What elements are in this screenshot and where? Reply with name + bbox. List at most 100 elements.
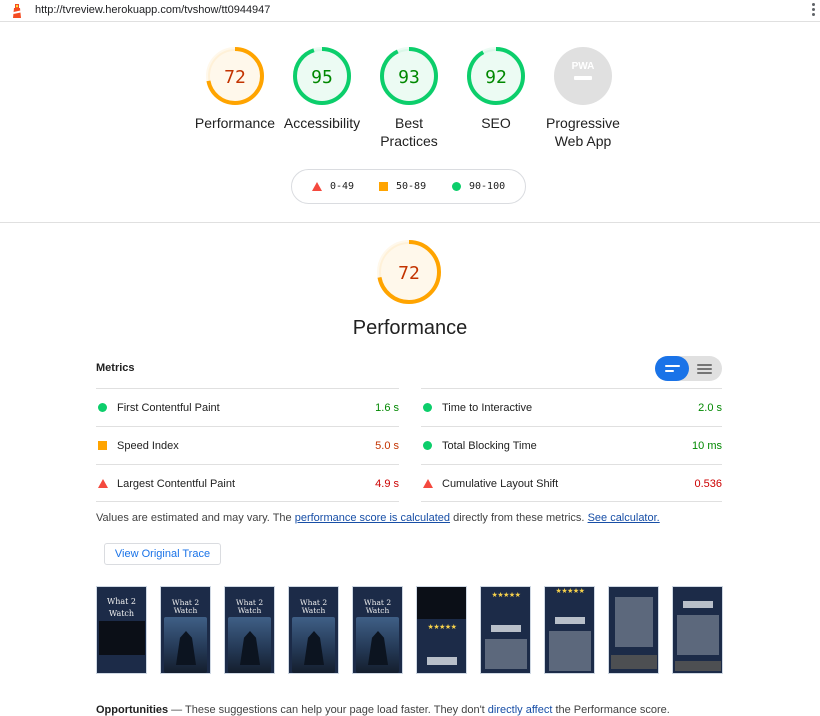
opportunities-dash: —	[168, 704, 186, 716]
performance-title: Performance	[352, 317, 468, 339]
average-square-icon	[379, 182, 388, 191]
frame-block	[549, 631, 591, 671]
fail-triangle-icon	[312, 182, 322, 191]
opportunities-title: Opportunities	[96, 704, 169, 716]
frame-text: What 2 Watch	[299, 598, 328, 615]
frame-block	[675, 661, 721, 671]
score-scale-legend: 0-49 50-89 90-100	[291, 169, 526, 204]
metric-cumulative-layout-shift: Cumulative Layout Shift 0.536	[421, 464, 722, 502]
frame-stars: ★★★★★	[427, 624, 457, 631]
legend-fail: 0-49	[312, 181, 354, 192]
performance-gauge-large: 72	[377, 240, 441, 304]
directly-affect-link[interactable]: directly affect	[488, 704, 553, 716]
gauge-label: Best Practices	[380, 115, 438, 149]
metrics-header: Metrics	[96, 362, 135, 374]
frame-text: What 2 Watch	[363, 598, 392, 615]
frame-block	[99, 621, 145, 655]
gauge-seo[interactable]: 92 SEO	[451, 46, 541, 132]
frame-block	[683, 601, 713, 608]
legend-average-range: 50-89	[396, 181, 427, 192]
frame-block	[677, 615, 719, 655]
metric-value: 0.536	[694, 478, 722, 490]
gauge-ring: 72	[206, 47, 264, 105]
gauge-score: 95	[311, 67, 333, 88]
frame-block	[611, 655, 657, 669]
gauge-score: 92	[485, 67, 507, 88]
metric-value: 1.6 s	[375, 402, 399, 414]
toggle-compact-view[interactable]	[655, 356, 689, 381]
gauge-performance[interactable]: 72 Performance	[190, 46, 280, 132]
pass-circle-icon	[452, 182, 461, 191]
fail-triangle-icon	[98, 479, 108, 491]
filmstrip-frame: What 2 Watch	[352, 586, 403, 674]
pwa-badge-icon: PWA	[554, 47, 612, 105]
metric-value: 2.0 s	[698, 402, 722, 414]
gauge-ring: 92	[467, 47, 525, 105]
legend-pass: 90-100	[452, 181, 505, 192]
section-divider	[0, 222, 820, 223]
frame-block	[615, 597, 653, 647]
poster-thumbnail	[228, 617, 271, 673]
performance-score: 72	[398, 263, 420, 284]
metric-name: Largest Contentful Paint	[117, 478, 236, 490]
gauge-score: 93	[398, 67, 420, 88]
frame-block	[417, 587, 466, 619]
metric-value: 10 ms	[692, 440, 722, 452]
filmstrip-frame: ★★★★★	[544, 586, 595, 674]
gauge-label: SEO	[481, 115, 511, 131]
legend-average: 50-89	[379, 181, 426, 192]
filmstrip-frame: What 2 Watch	[288, 586, 339, 674]
gauge-best-practices[interactable]: 93 Best Practices	[364, 46, 454, 150]
opportunities-header: Opportunities — These suggestions can he…	[96, 704, 670, 716]
frame-stars: ★★★★★	[491, 592, 521, 599]
filmstrip-frame: ★★★★★	[416, 586, 467, 674]
gauge-ring: 93	[380, 47, 438, 105]
frame-block	[491, 625, 521, 632]
note-text: Values are estimated and may vary. The	[96, 512, 295, 524]
frame-block	[555, 617, 585, 624]
pass-circle-icon	[423, 441, 432, 453]
frame-text: What 2 Watch	[171, 598, 200, 615]
frame-text: Watch	[108, 609, 135, 618]
url-text[interactable]: http://tvreview.herokuapp.com/tvshow/tt0…	[35, 4, 270, 16]
pwa-badge-text: PWA	[572, 61, 595, 72]
filmstrip-frame	[672, 586, 723, 674]
poster-thumbnail	[356, 617, 399, 673]
legend-fail-range: 0-49	[330, 181, 355, 192]
filmstrip-frame: What 2 Watch	[96, 586, 147, 674]
metric-name: Time to Interactive	[442, 402, 533, 414]
gauge-pwa[interactable]: PWA Progressive Web App	[538, 46, 628, 150]
gauge-label: Performance	[194, 115, 276, 131]
score-calculated-link[interactable]: performance score is calculated	[295, 512, 450, 524]
poster-thumbnail	[292, 617, 335, 673]
gauge-ring: 95	[293, 47, 351, 105]
note-text: directly from these metrics.	[450, 512, 588, 524]
opportunities-text: These suggestions can help your page loa…	[185, 704, 488, 716]
lighthouse-icon	[13, 4, 21, 18]
kebab-menu-icon[interactable]	[812, 3, 816, 17]
legend-pass-range: 90-100	[469, 181, 506, 192]
gauge-accessibility[interactable]: 95 Accessibility	[277, 46, 367, 132]
metric-name: First Contentful Paint	[117, 402, 220, 414]
fail-triangle-icon	[423, 479, 433, 491]
frame-block	[427, 657, 457, 665]
gauge-label: Progressive Web App	[546, 115, 620, 149]
poster-thumbnail	[164, 617, 207, 673]
average-square-icon	[98, 441, 107, 453]
gauge-label: Accessibility	[283, 115, 361, 131]
metric-name: Speed Index	[117, 440, 179, 452]
metric-speed-index: Speed Index 5.0 s	[96, 426, 399, 464]
pass-circle-icon	[423, 403, 432, 415]
metric-value: 5.0 s	[375, 440, 399, 452]
frame-block	[485, 639, 527, 669]
category-gauges: 72 Performance 95 Accessibility 93 Best …	[190, 46, 630, 156]
metric-name: Cumulative Layout Shift	[442, 478, 559, 490]
see-calculator-link[interactable]: See calculator.	[588, 512, 660, 524]
pass-circle-icon	[98, 403, 107, 415]
metric-view-toggle[interactable]	[655, 356, 722, 381]
filmstrip: What 2 Watch What 2 Watch What 2 Watch W…	[96, 586, 723, 674]
view-original-trace-button[interactable]: View Original Trace	[104, 543, 221, 565]
filmstrip-frame: ★★★★★	[480, 586, 531, 674]
metrics-note: Values are estimated and may vary. The p…	[96, 512, 660, 524]
opportunities-text: the Performance score.	[552, 704, 670, 716]
